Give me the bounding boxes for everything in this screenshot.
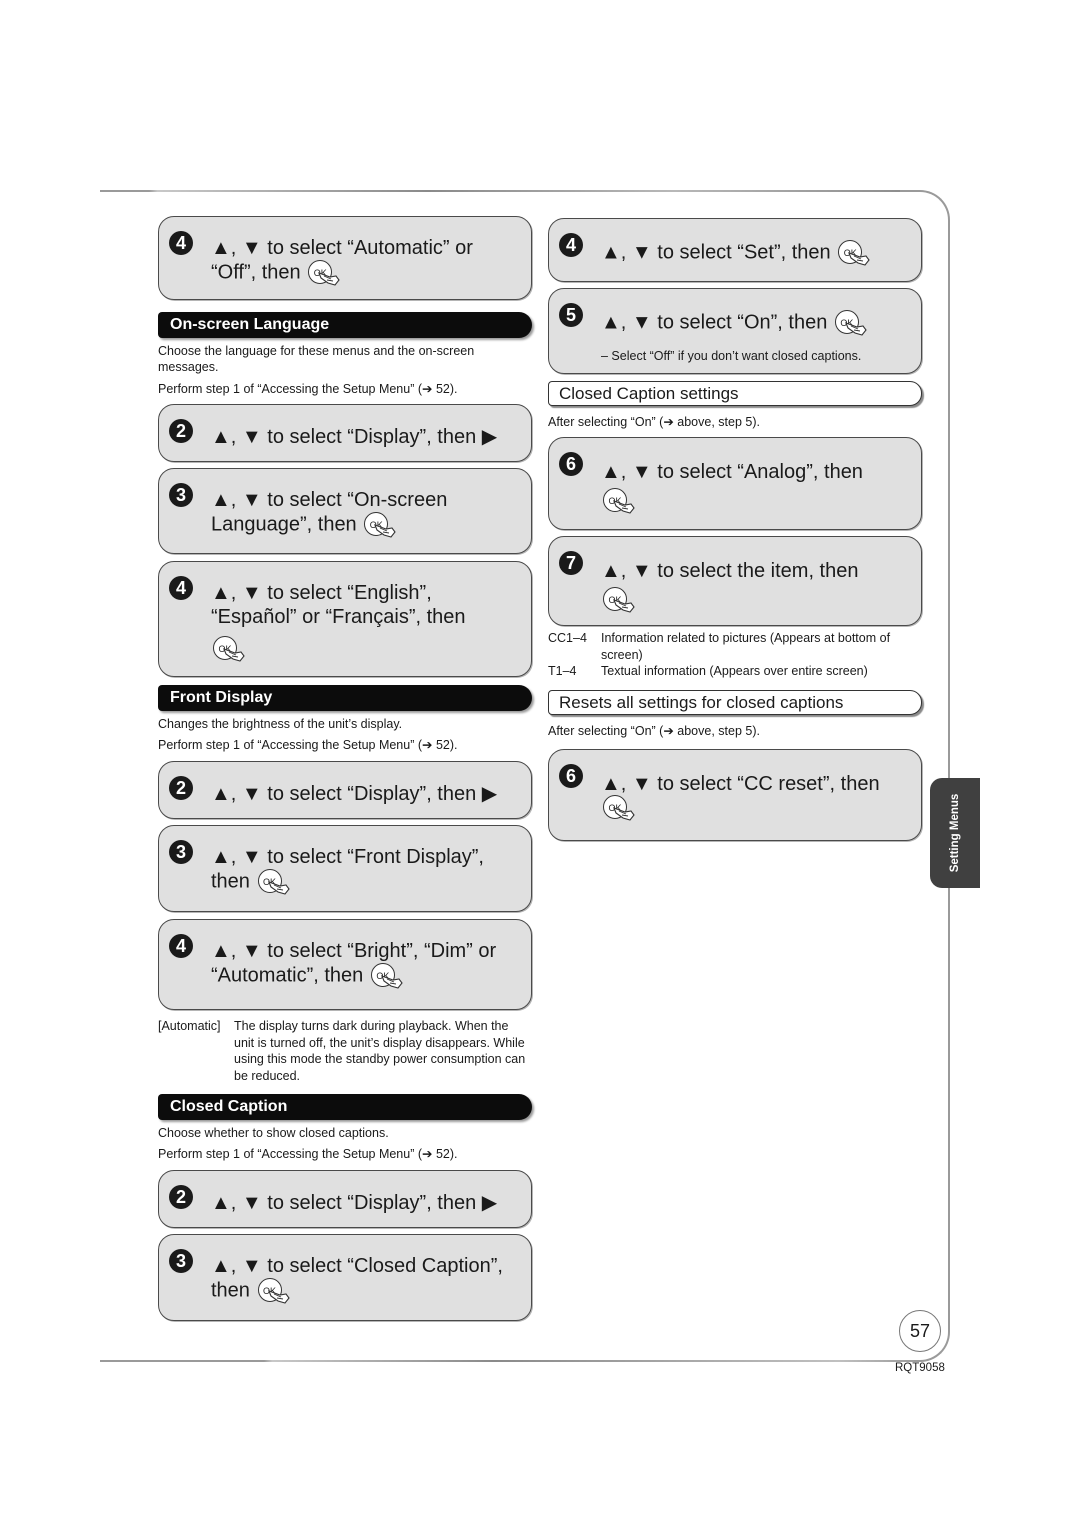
after-selecting-note: After selecting “On” (➔ above, step 5). <box>548 415 760 429</box>
step-box: 4 ▲, ▼ to select “Automatic” or “Off”, t… <box>158 216 532 300</box>
step-box: 6 ▲, ▼ to select “CC reset”, then OK <box>548 749 922 841</box>
ok-button-icon: OK <box>213 636 245 662</box>
step-text: ▲, ▼ to select “Closed Caption”, then OK <box>211 1254 521 1304</box>
top-rule <box>100 190 920 192</box>
step-number: 7 <box>559 551 583 575</box>
step-note: – Select “Off” if you don’t want closed … <box>601 349 862 363</box>
step-box: 7 ▲, ▼ to select the item, then OK <box>548 536 922 626</box>
document-id: RQT9058 <box>895 1362 945 1374</box>
page-number: 57 <box>899 1310 941 1352</box>
step-text: ▲, ▼ to select “On-screen Language”, the… <box>211 488 521 538</box>
subheader-closed-caption-settings: Closed Caption settings <box>548 381 922 406</box>
step-number: 4 <box>559 233 583 257</box>
step-text: ▲, ▼ to select “Display”, then ▶ <box>211 783 498 805</box>
step-number: 3 <box>169 840 193 864</box>
step-text: ▲, ▼ to select “Set”, then OK <box>601 240 911 266</box>
definition-description: Information related to pictures (Appears… <box>601 631 891 662</box>
step-number: 4 <box>169 934 193 958</box>
step-box: 2 ▲, ▼ to select “Display”, then ▶ <box>158 404 532 462</box>
section-description: Choose the language for these menus and … <box>158 344 475 374</box>
ok-button-icon: OK <box>257 1278 290 1304</box>
step-box: 3 ▲, ▼ to select “Front Display”, then O… <box>158 825 532 912</box>
step-number: 3 <box>169 483 193 507</box>
step-number: 4 <box>169 231 193 255</box>
note-term: [Automatic] <box>158 1019 221 1033</box>
after-selecting-note: After selecting “On” (➔ above, step 5). <box>548 724 760 738</box>
step-text: ▲, ▼ to select “On”, then OK <box>601 310 911 336</box>
definition-row: T1–4 Textual information (Appears over e… <box>548 663 920 680</box>
step-box: 3 ▲, ▼ to select “On-screen Language”, t… <box>158 468 532 554</box>
ok-button-icon: OK <box>603 488 635 514</box>
perform-step-note: Perform step 1 of “Accessing the Setup M… <box>158 738 458 752</box>
ok-button-icon: OK <box>257 869 290 895</box>
step-number: 5 <box>559 303 583 327</box>
subheader-cc-reset: Resets all settings for closed captions <box>548 690 922 715</box>
caption-definitions: CC1–4 Information related to pictures (A… <box>548 630 920 680</box>
ok-button-icon: OK <box>834 310 867 336</box>
section-description: Changes the brightness of the unit’s dis… <box>158 717 403 731</box>
step-text: ▲, ▼ to select “Analog”, then <box>601 461 863 483</box>
note-description: The display turns dark during playback. … <box>234 1019 526 1083</box>
step-number: 2 <box>169 419 193 443</box>
definition-description: Textual information (Appears over entire… <box>601 664 868 678</box>
ok-button-icon: OK <box>603 587 635 613</box>
step-box: 4 ▲, ▼ to select “English”, “Español” or… <box>158 561 532 677</box>
section-header-on-screen-language: On-screen Language <box>158 312 532 338</box>
step-box: 5 ▲, ▼ to select “On”, then OK – Select … <box>548 288 922 374</box>
ok-button-icon: OK <box>838 240 870 266</box>
step-box: 4 ▲, ▼ to select “Bright”, “Dim” or “Aut… <box>158 919 532 1010</box>
step-text: ▲, ▼ to select “Display”, then ▶ <box>211 1192 498 1214</box>
step-text: ▲, ▼ to select “English”, “Español” or “… <box>211 582 466 628</box>
step-text: ▲, ▼ to select “Front Display”, then OK <box>211 845 521 895</box>
ok-button-icon: OK <box>370 963 403 989</box>
bottom-rule <box>100 1360 920 1362</box>
step-text: ▲, ▼ to select “Display”, then ▶ <box>211 426 498 448</box>
step-text: ▲, ▼ to select the item, then <box>601 560 859 582</box>
definition-term: T1–4 <box>548 664 577 678</box>
step-box: 4 ▲, ▼ to select “Set”, then OK <box>548 218 922 282</box>
step-text: ▲, ▼ to select “Bright”, “Dim” or “Autom… <box>211 939 521 989</box>
section-tab-setting-menus: Setting Menus <box>930 778 980 888</box>
step-text: ▲, ▼ to select “Automatic” or “Off”, the… <box>211 236 521 286</box>
perform-step-note: Perform step 1 of “Accessing the Setup M… <box>158 1147 458 1161</box>
section-header-front-display: Front Display <box>158 685 532 711</box>
step-text: ▲, ▼ to select “CC reset”, then <box>601 773 880 795</box>
step-box: 3 ▲, ▼ to select “Closed Caption”, then … <box>158 1234 532 1321</box>
ok-button-icon: OK <box>308 260 340 286</box>
step-number: 3 <box>169 1249 193 1273</box>
step-number: 2 <box>169 1185 193 1209</box>
definition-term: CC1–4 <box>548 631 587 645</box>
step-box: 2 ▲, ▼ to select “Display”, then ▶ <box>158 1170 532 1228</box>
perform-step-note: Perform step 1 of “Accessing the Setup M… <box>158 382 458 396</box>
ok-button-icon: OK <box>603 795 635 821</box>
definition-row: CC1–4 Information related to pictures (A… <box>548 630 920 663</box>
step-box: 2 ▲, ▼ to select “Display”, then ▶ <box>158 761 532 819</box>
section-header-closed-caption: Closed Caption <box>158 1094 532 1120</box>
step-number: 4 <box>169 576 193 600</box>
step-number: 2 <box>169 776 193 800</box>
step-box: 6 ▲, ▼ to select “Analog”, then OK <box>548 437 922 530</box>
automatic-note: [Automatic] The display turns dark durin… <box>158 1018 530 1084</box>
step-number: 6 <box>559 452 583 476</box>
step-number: 6 <box>559 764 583 788</box>
section-description: Choose whether to show closed captions. <box>158 1126 389 1140</box>
ok-button-icon: OK <box>364 512 396 538</box>
